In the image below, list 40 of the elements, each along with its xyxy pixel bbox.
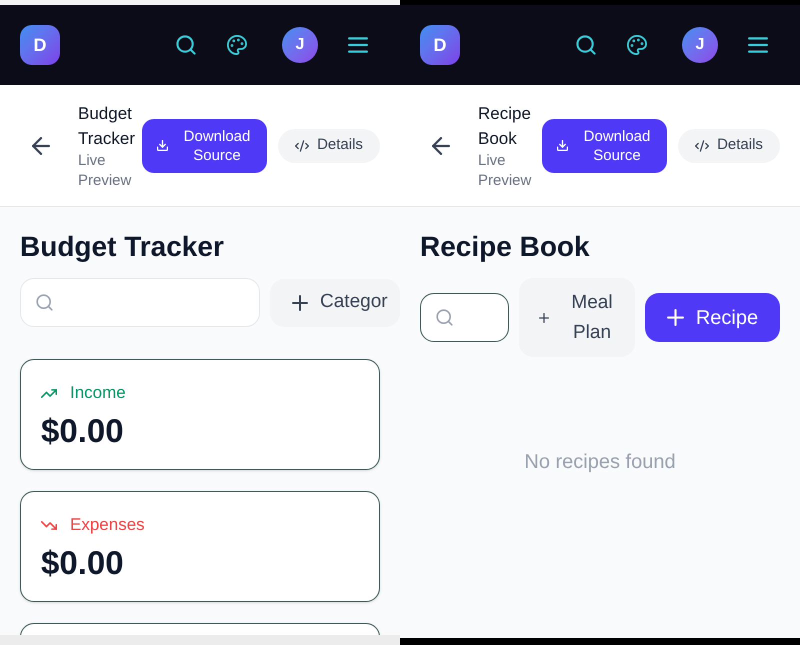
stat-label: Expenses <box>70 514 145 536</box>
download-icon <box>557 140 568 151</box>
plus-icon <box>292 294 308 310</box>
details-button[interactable]: Details <box>278 128 380 162</box>
menu-icon[interactable] <box>348 37 368 53</box>
page-title: Budget Tracker <box>20 230 224 264</box>
search-field[interactable] <box>420 293 509 342</box>
menu-icon[interactable] <box>748 37 768 53</box>
stat-label: Income <box>70 382 126 404</box>
user-avatar[interactable]: J <box>682 27 718 63</box>
app-logo[interactable]: D <box>20 25 60 65</box>
download-icon <box>157 140 168 151</box>
app-subtitle: Live Preview <box>478 150 532 190</box>
trending-up-icon <box>41 388 57 398</box>
add-button[interactable]: Categor <box>270 278 400 326</box>
app-subtitle: Live Preview <box>78 150 132 190</box>
search-icon[interactable] <box>576 35 596 55</box>
search-icon[interactable] <box>176 35 196 55</box>
stat-amount: $0.00 <box>41 544 124 582</box>
app-title: Recipe Book <box>478 102 532 150</box>
download-source-button[interactable]: Download Source <box>142 118 267 172</box>
download-source-button[interactable]: Download Source <box>542 118 667 172</box>
search-icon <box>436 309 453 326</box>
app-logo[interactable]: D <box>420 25 460 65</box>
plus-icon <box>539 312 549 322</box>
plus-icon <box>666 309 684 326</box>
search-icon <box>36 294 53 311</box>
code-icon <box>695 140 710 152</box>
trending-down-icon <box>41 520 57 530</box>
palette-icon[interactable] <box>227 35 247 55</box>
page-title: Recipe Book <box>420 230 590 264</box>
details-button[interactable]: Details <box>678 128 780 162</box>
user-avatar[interactable]: J <box>282 27 318 63</box>
add-button[interactable]: Recipe <box>645 293 780 342</box>
app-title: Budget Tracker <box>78 102 136 150</box>
stat-amount: $0.00 <box>41 412 124 450</box>
palette-icon[interactable] <box>627 35 647 55</box>
add-button[interactable]: Meal Plan <box>519 278 635 357</box>
code-icon <box>295 140 310 152</box>
empty-state-message: No recipes found <box>524 450 676 474</box>
